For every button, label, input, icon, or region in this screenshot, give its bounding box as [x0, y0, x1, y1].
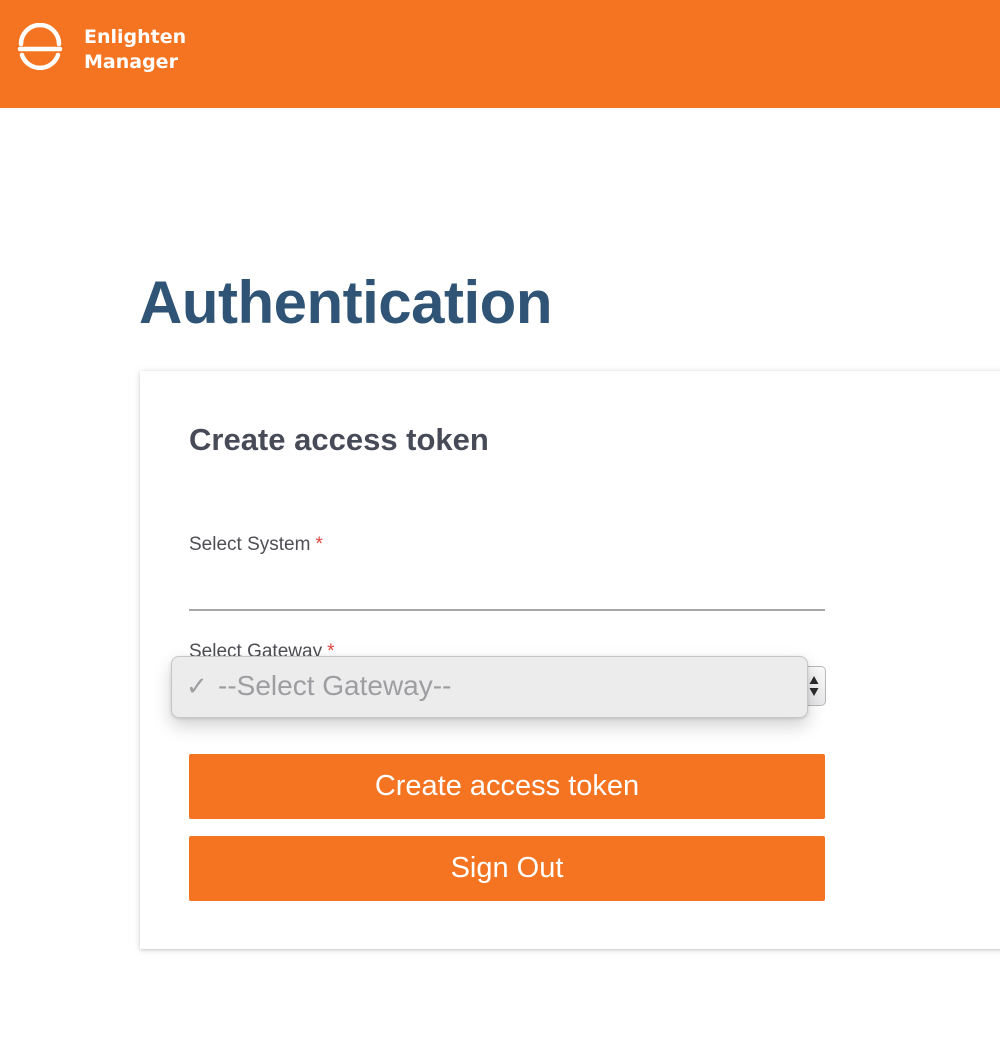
brand-name-line1: Enlighten: [84, 26, 187, 48]
brand-name-line2: Manager: [84, 51, 178, 73]
page: Enlighten Manager Authentication Create …: [0, 0, 1000, 1053]
brand-name[interactable]: Enlighten Manager: [84, 25, 186, 75]
top-header: Enlighten Manager: [0, 0, 1000, 108]
enlighten-logo-icon[interactable]: [16, 23, 64, 71]
select-system-label-text: Select System: [189, 534, 311, 555]
access-token-card: Create access token Select System * Selec…: [140, 371, 1000, 949]
card-title: Create access token: [189, 422, 489, 457]
required-marker: *: [315, 534, 323, 555]
gateway-option-placeholder[interactable]: ✓ --Select Gateway--: [186, 666, 451, 706]
select-arrows-icon: [809, 676, 819, 696]
create-access-token-button[interactable]: Create access token: [189, 754, 825, 819]
checkmark-icon: ✓: [186, 671, 208, 701]
page-title: Authentication: [139, 269, 552, 336]
gateway-dropdown-menu: ✓ --Select Gateway--: [171, 656, 808, 718]
select-system-label: Select System *: [189, 533, 323, 557]
sign-out-button[interactable]: Sign Out: [189, 836, 825, 901]
gateway-option-label: --Select Gateway--: [218, 670, 452, 701]
select-system-input[interactable]: [189, 563, 825, 611]
